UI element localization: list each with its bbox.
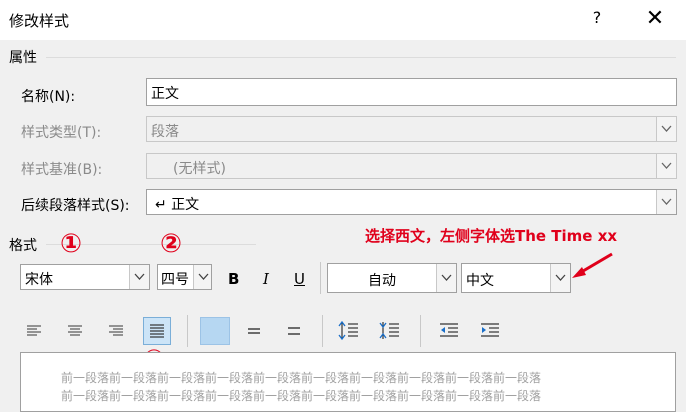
toolbar-separator [187,315,188,347]
chevron-down-icon [129,265,149,289]
align-left-icon [27,325,41,336]
align-right-button[interactable] [102,317,130,345]
decrease-indent-button[interactable] [435,317,463,345]
chevron-down-icon [193,265,211,289]
justify-button[interactable] [143,317,171,345]
style-preview: 前一段落前一段落前一段落前一段落前一段落前一段落前一段落前一段落前一段落前一段落… [20,352,676,412]
style-type-label: 样式类型(T): [21,125,102,141]
line-spacing-single-icon [248,328,260,334]
annotation-note: 选择西文，左侧字体选The Time xx [365,227,618,245]
dialog-title: 修改样式 [9,12,70,30]
align-left-button[interactable] [20,317,48,345]
help-button[interactable]: ? [586,8,608,30]
line-spacing-double-button[interactable] [280,317,308,345]
font-color-select[interactable]: 自动 [327,263,457,293]
italic-button[interactable]: I [263,270,269,288]
increase-indent-icon [481,323,499,337]
next-style-select[interactable]: ↵ 正文 [146,189,677,215]
style-based-on-value: (无样式) [173,161,226,177]
bold-button[interactable]: B [228,270,239,288]
style-type-select[interactable]: 段落 [146,116,677,142]
increase-spacing-button[interactable] [335,317,363,345]
script-select[interactable]: 中文 [461,263,571,293]
underline-button[interactable]: U [294,270,305,288]
name-label: 名称(N): [21,89,76,105]
font-color-value: 自动 [368,273,396,289]
marker-1: ① [60,229,83,259]
decrease-indent-icon [440,323,458,337]
chevron-down-icon [550,264,570,292]
name-input-value: 正文 [151,86,179,102]
align-right-icon [109,325,123,336]
marker-2: ② [160,229,183,259]
chevron-down-icon [436,264,456,292]
next-style-label: 后续段落样式(S): [21,198,130,214]
properties-heading: 属性 [9,50,37,66]
toolbar-separator [420,315,421,347]
style-type-value: 段落 [151,124,179,140]
chevron-down-icon [656,190,676,214]
distributed-button[interactable] [200,317,230,345]
decrease-spacing-button[interactable] [376,317,404,345]
align-center-icon [68,325,82,336]
justify-icon [150,324,164,338]
decrease-spacing-icon [379,322,399,339]
increase-indent-button[interactable] [476,317,504,345]
annotation-arrow-icon [572,252,613,278]
line-spacing-single-button[interactable] [240,317,268,345]
toolbar-separator [322,315,323,347]
format-heading: 格式 [9,238,37,254]
line-spacing-double-icon [288,327,300,335]
style-based-on-label: 样式基准(B): [21,162,103,178]
style-based-on-select[interactable]: (无样式) [146,153,677,179]
title-bar: 修改样式 ? ✕ [0,0,686,40]
properties-divider [46,57,676,58]
toolbar-separator [320,262,321,294]
font-value: 宋体 [25,272,53,288]
font-select[interactable]: 宋体 [20,264,150,290]
font-size-select[interactable]: 四号 [157,264,212,290]
align-center-button[interactable] [61,317,89,345]
modify-style-dialog: 修改样式 ? ✕ 属性 名称(N): 正文 样式类型(T): 段落 样式基准(B… [0,0,686,412]
name-input[interactable]: 正文 [146,78,677,106]
preview-line: 前一段落前一段落前一段落前一段落前一段落前一段落前一段落前一段落前一段落前一段落 [61,371,542,385]
chevron-down-icon [656,154,676,178]
font-size-value: 四号 [161,272,189,288]
next-style-value: ↵ 正文 [155,197,200,213]
preview-line: 前一段落前一段落前一段落前一段落前一段落前一段落前一段落前一段落前一段落前一段落 [61,389,542,403]
chevron-down-icon [656,117,676,141]
script-value: 中文 [466,273,494,289]
close-button[interactable]: ✕ [640,5,670,33]
increase-spacing-icon [338,320,358,341]
